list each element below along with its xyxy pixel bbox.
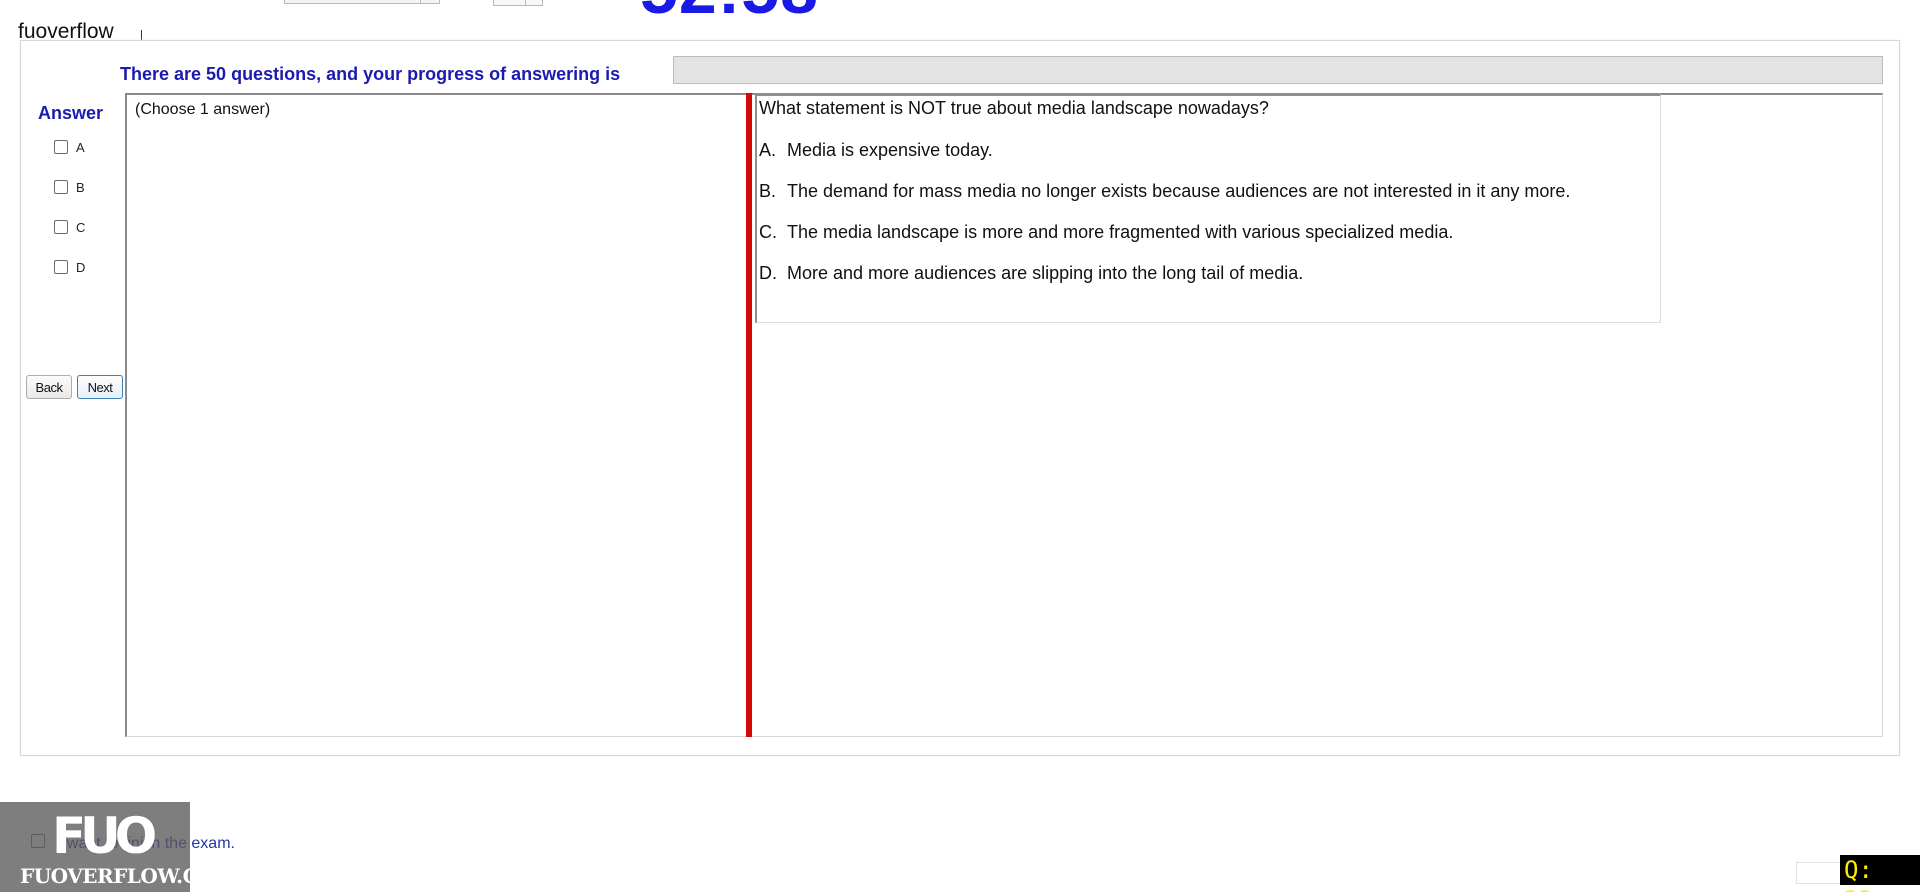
answer-checkbox-a[interactable] [54,140,68,154]
answer-option-c[interactable]: C [54,218,85,236]
answer-option-label: C [76,219,86,235]
progress-bar [673,56,1883,84]
question-option-c: C. The media landscape is more and more f… [759,222,1453,243]
answer-option-label: D [76,259,86,275]
finish-button[interactable] [1796,862,1844,884]
chevron-down-icon[interactable] [420,0,439,3]
exam-window: 52:58 fuoverflow There are 50 questions,… [0,0,1920,892]
progress-label: There are 50 questions, and your progres… [120,64,621,84]
question-number-badge: Q: 32 [1840,855,1920,892]
option-letter: D. [759,263,777,283]
question-option-b: B. The demand for mass media no longer ex… [759,181,1570,202]
answer-checkbox-c[interactable] [54,220,68,234]
option-text: More and more audiences are slipping int… [787,263,1304,283]
answer-option-label: A [76,139,85,155]
countdown-timer: 52:58 [640,0,819,20]
back-button[interactable]: Back [26,375,72,399]
logo-text: FUOVERFLOW.COM [20,864,237,888]
question-option-d: D. More and more audiences are slipping i… [759,263,1303,284]
choose-hint: (Choose 1 answer) [135,101,271,118]
pane-splitter[interactable] [746,93,752,737]
question-text: What statement is NOT true about media l… [759,98,1269,118]
answer-option-b[interactable]: B [54,178,85,196]
spinner-arrows-icon[interactable] [525,0,542,5]
font-size-spinner[interactable] [493,0,543,6]
option-letter: C. [759,222,777,242]
question-box [755,93,1661,323]
option-text: The media landscape is more and more fra… [787,222,1454,242]
answer-checkbox-d[interactable] [54,260,68,274]
option-text: Media is expensive today. [787,140,993,160]
exam-code-select[interactable] [284,0,440,4]
answer-option-label: B [76,179,85,195]
fuoverflow-logo: FUO FUOVERFLOW.COM [0,802,237,892]
answer-title: Answer [38,103,104,123]
logo-mark: FUO [52,807,157,865]
option-letter: A. [759,140,777,160]
answer-option-d[interactable]: D [54,258,85,276]
next-button[interactable]: Next [77,375,123,399]
answer-option-a[interactable]: A [54,138,85,156]
option-text: The demand for mass media no longer exis… [787,181,1571,201]
answer-checkbox-b[interactable] [54,180,68,194]
question-option-a: A. Media is expensive today. [759,140,993,161]
option-letter: B. [759,181,777,201]
